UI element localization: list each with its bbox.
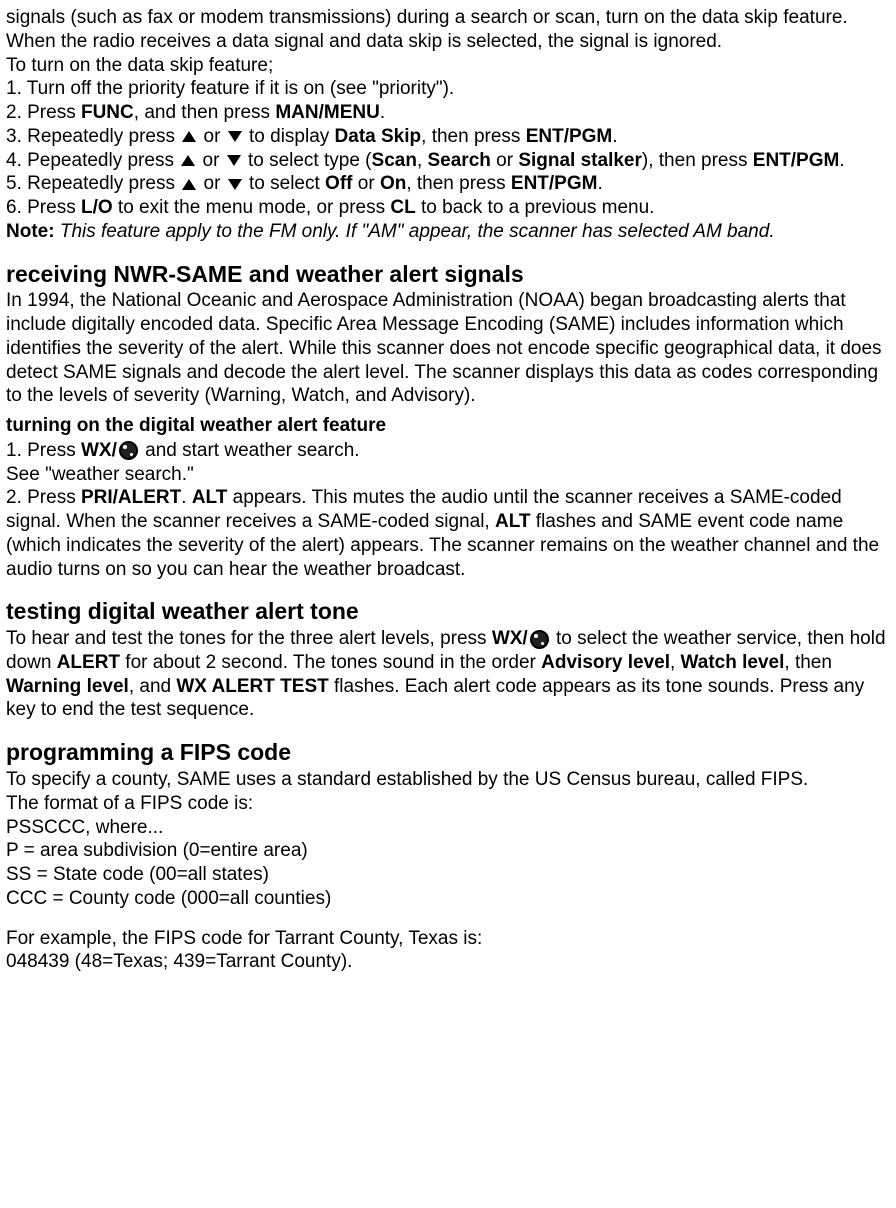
scan-option: Scan [372, 150, 417, 171]
pri-alert-key: PRI/ALERT [81, 487, 181, 508]
step-1: 1. Turn off the priority feature if it i… [6, 77, 890, 101]
turnon-see: See "weather search." [6, 463, 890, 487]
fips-intro: To specify a county, SAME uses a standar… [6, 768, 890, 792]
wx-key: WX/ [492, 628, 528, 649]
ent-pgm-key: ENT/PGM [753, 150, 840, 171]
step-2: 2. Press FUNC, and then press MAN/MENU. [6, 101, 890, 125]
note-line: Note: This feature apply to the FM only.… [6, 220, 890, 244]
intro-paragraph: signals (such as fax or modem transmissi… [6, 6, 890, 54]
intro-instruction: To turn on the data skip feature; [6, 54, 890, 78]
ent-pgm-key: ENT/PGM [511, 173, 598, 194]
note-label: Note: [6, 221, 55, 242]
off-option: Off [325, 173, 352, 194]
fips-p: P = area subdivision (0=entire area) [6, 839, 890, 863]
step-5: 5. Repeatedly press or to select Off or … [6, 172, 890, 196]
wx-alert-test: WX ALERT TEST [176, 676, 328, 697]
watch-level: Watch level [681, 652, 785, 673]
wx-key: WX/ [81, 440, 117, 461]
nwr-heading: receiving NWR-SAME and weather alert sig… [6, 260, 890, 290]
ent-pgm-key: ENT/PGM [526, 126, 613, 147]
fips-heading: programming a FIPS code [6, 738, 890, 768]
down-arrow-icon [228, 179, 242, 190]
func-key: FUNC [81, 102, 134, 123]
fips-format-label: The format of a FIPS code is: [6, 792, 890, 816]
step-4: 4. Pepeatedly press or to select type (S… [6, 149, 890, 173]
turnon-step2: 2. Press PRI/ALERT. ALT appears. This mu… [6, 486, 890, 581]
cl-key: CL [390, 197, 415, 218]
advisory-level: Advisory level [541, 652, 670, 673]
testing-heading: testing digital weather alert tone [6, 597, 890, 627]
alert-key: ALERT [57, 652, 120, 673]
fips-example: 048439 (48=Texas; 439=Tarrant County). [6, 950, 890, 974]
globe-icon [530, 630, 549, 649]
up-arrow-icon [182, 131, 196, 142]
fips-ss: SS = State code (00=all states) [6, 863, 890, 887]
on-option: On [380, 173, 406, 194]
turnon-step1: 1. Press WX/ and start weather search. [6, 439, 890, 463]
alt-label: ALT [192, 487, 228, 508]
up-arrow-icon [182, 179, 196, 190]
note-text: This feature apply to the FM only. If "A… [55, 221, 775, 242]
signal-stalker-option: Signal stalker [518, 150, 642, 171]
down-arrow-icon [227, 155, 241, 166]
man-menu-key: MAN/MENU [275, 102, 380, 123]
warning-level: Warning level [6, 676, 129, 697]
testing-body: To hear and test the tones for the three… [6, 627, 890, 722]
step-6: 6. Press L/O to exit the menu mode, or p… [6, 196, 890, 220]
fips-format: PSSCCC, where... [6, 816, 890, 840]
fips-ccc: CCC = County code (000=all counties) [6, 887, 890, 911]
nwr-body: In 1994, the National Oceanic and Aerosp… [6, 289, 890, 408]
turnon-heading: turning on the digital weather alert fea… [6, 414, 890, 439]
down-arrow-icon [228, 131, 242, 142]
fips-example-label: For example, the FIPS code for Tarrant C… [6, 927, 890, 951]
lo-key: L/O [81, 197, 113, 218]
globe-icon [119, 441, 138, 460]
data-skip-label: Data Skip [335, 126, 422, 147]
up-arrow-icon [181, 155, 195, 166]
alt-label: ALT [495, 511, 531, 532]
search-option: Search [428, 150, 491, 171]
step-3: 3. Repeatedly press or to display Data S… [6, 125, 890, 149]
